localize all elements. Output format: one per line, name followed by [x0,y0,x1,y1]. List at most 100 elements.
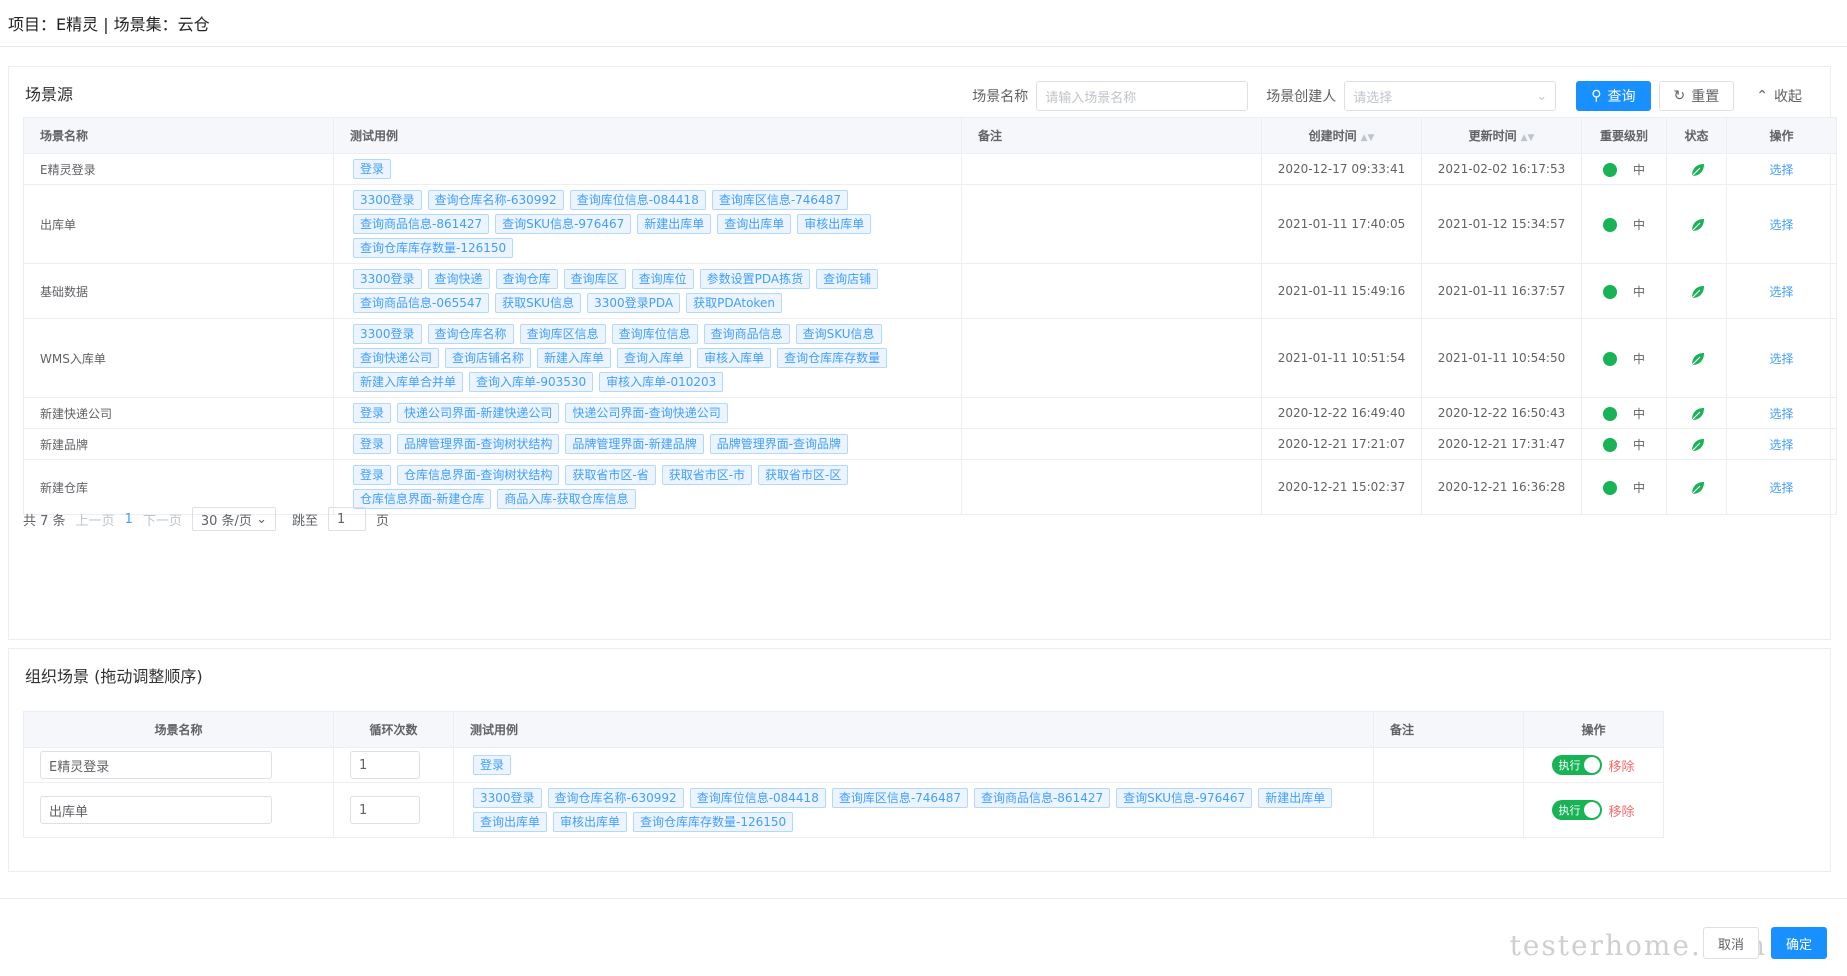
table-row: 新建品牌 登录 品牌管理界面-查询树状结构 品牌管理界面-新建品牌 品牌管理界面-查询品… [23,428,1837,460]
level-dot [1602,438,1617,452]
remove-link[interactable]: 移除 [1608,760,1634,775]
reset-button-label: 重置 [1691,89,1720,105]
test-case-tag: 品牌管理界面-查询树状结构 [397,434,560,454]
page-jump-input[interactable]: 1 [327,507,366,531]
note-cell [961,318,1262,398]
chevron-down-icon: ⌄ [1536,88,1548,104]
test-case-tag: 查询入库单-903530 [469,372,594,392]
select-link[interactable]: 选择 [1769,407,1793,421]
scene-name-input[interactable]: 请输入场景名称 [1036,81,1249,111]
select-link[interactable]: 选择 [1769,352,1793,366]
test-case-tag: 查询入库单 [617,348,692,368]
test-case-tag: 审核入库单-010203 [599,372,724,392]
test-case-tag: 登录 [353,159,392,179]
chevron-down-icon: ⌄ [256,511,267,527]
confirm-button[interactable]: 确定 [1770,927,1827,959]
test-case-tag: 3300登录 [353,269,422,289]
note-cell [961,263,1262,319]
test-case-tag: 3300登录 [353,324,422,344]
remove-link[interactable]: 移除 [1608,805,1634,820]
test-cases-cell: 登录 快递公司界面-新建快递公司 快递公司界面-查询快递公司 [333,397,962,429]
scene-name-field[interactable]: 出库单 [40,796,272,824]
created-cell: 2020-12-17 09:33:41 [1261,153,1422,185]
test-case-tag: 查询SKU信息 [795,324,882,344]
col-created[interactable]: 创建时间 ▲▼ [1261,117,1422,154]
loops-field[interactable]: 1 [350,751,420,779]
level-text: 中 [1632,480,1645,495]
test-case-tag: 登录 [353,403,392,423]
scene-name-field[interactable]: E精灵登录 [40,751,272,779]
dialog-footer: testerhome.com 取消 确定 [0,898,1847,976]
leaf-icon [1690,480,1704,495]
execute-toggle[interactable]: 执行 [1552,755,1603,775]
pager-prev[interactable]: 上一页 [76,510,115,529]
pager-current[interactable]: 1 [125,512,133,527]
table-row[interactable]: 出库单 1 3300登录 查询仓库名称-630992 查询库位信息-084418 查询库区… [23,782,1664,838]
scene-name-cell: 新建快递公司 [23,397,334,429]
leaf-icon [1690,162,1704,177]
test-case-tag: 获取SKU信息 [495,293,582,313]
leaf-icon [1690,284,1704,299]
level-cell: 中 [1581,153,1667,185]
test-case-tag: 查询出库单 [717,214,792,234]
col-updated[interactable]: 更新时间 ▲▼ [1421,117,1582,154]
loops-value: 1 [359,802,368,818]
col-note: 备注 [1373,711,1524,748]
test-case-tag: 查询仓库 [495,269,558,289]
reset-button[interactable]: ↻ 重置 [1658,81,1735,111]
test-case-tag: 快递公司界面-新建快递公司 [397,403,560,423]
creator-select[interactable]: 请选择 ⌄ [1344,81,1557,111]
test-case-tag: 查询商品信息-065547 [353,293,490,313]
table-row[interactable]: E精灵登录 1 登录 执行 移除 [23,747,1664,783]
select-link[interactable]: 选择 [1769,163,1793,177]
select-link[interactable]: 选择 [1769,481,1793,495]
select-link[interactable]: 选择 [1769,285,1793,299]
col-status: 状态 [1666,117,1727,154]
test-case-tag: 查询库区 [563,269,626,289]
sort-icon: ▲▼ [1360,133,1375,143]
updated-cell: 2020-12-22 16:50:43 [1421,397,1582,429]
level-dot [1602,163,1617,177]
updated-cell: 2020-12-21 16:36:28 [1421,459,1582,515]
scene-name-placeholder: 请输入场景名称 [1045,90,1137,106]
level-dot [1602,285,1617,299]
test-cases-cell: 3300登录 查询仓库名称-630992 查询库位信息-084418 查询库区信息-7… [333,184,962,264]
status-cell [1666,459,1727,515]
col-loops: 循环次数 [333,711,454,748]
test-cases-cell: 登录 [333,153,962,185]
action-cell: 执行 移除 [1523,782,1664,838]
scene-name-value: E精灵登录 [49,759,110,775]
loops-value: 1 [359,757,368,773]
action-cell: 选择 [1726,428,1837,460]
organize-scene-table: 场景名称 循环次数 测试用例 备注 操作 E精灵登录 1 登录 执行 移除 出库单 1 330… [23,711,1664,838]
query-button[interactable]: ⚲ 查询 [1576,81,1651,111]
test-case-tag: 3300登录PDA [587,293,681,313]
leaf-icon [1690,217,1704,232]
search-bar: 场景名称 请输入场景名称 场景创建人 请选择 ⌄ ⚲ 查询 ↻ 重置 ⌃ 收起 [972,81,1816,111]
test-case-tag: 查询库位信息 [611,324,698,344]
search-icon: ⚲ [1591,88,1602,104]
note-cell [961,397,1262,429]
test-case-tag: 查询库位信息-084418 [689,788,826,808]
level-text: 中 [1632,217,1645,232]
page-title: 项目：E精灵 | 场景集：云仓 [8,15,210,34]
scene-name-cell: WMS入库单 [23,318,334,398]
execute-toggle[interactable]: 执行 [1552,800,1603,820]
action-cell: 选择 [1726,153,1837,185]
organize-scene-card: 组织场景 (拖动调整顺序) 场景名称 循环次数 测试用例 备注 操作 E精灵登录… [8,648,1831,872]
pager-total: 共 7 条 [23,513,66,529]
test-case-tag: 审核出库单 [553,812,628,832]
test-case-tag: 仓库信息界面-查询树状结构 [397,465,560,485]
pager-next[interactable]: 下一页 [143,510,182,529]
test-case-tag: 查询快递 [427,269,490,289]
test-case-tag: 查询商品信息-861427 [973,788,1111,808]
collapse-button[interactable]: ⌃ 收起 [1742,81,1816,111]
select-link[interactable]: 选择 [1769,218,1793,232]
test-case-tag: 查询仓库库存数量-126150 [353,238,514,258]
cancel-button[interactable]: 取消 [1702,927,1759,959]
created-cell: 2020-12-21 17:21:07 [1261,428,1422,460]
page-size-select[interactable]: 30 条/页 ⌄ [191,507,276,531]
loops-field[interactable]: 1 [350,796,420,824]
created-cell: 2020-12-22 16:49:40 [1261,397,1422,429]
select-link[interactable]: 选择 [1769,438,1793,452]
